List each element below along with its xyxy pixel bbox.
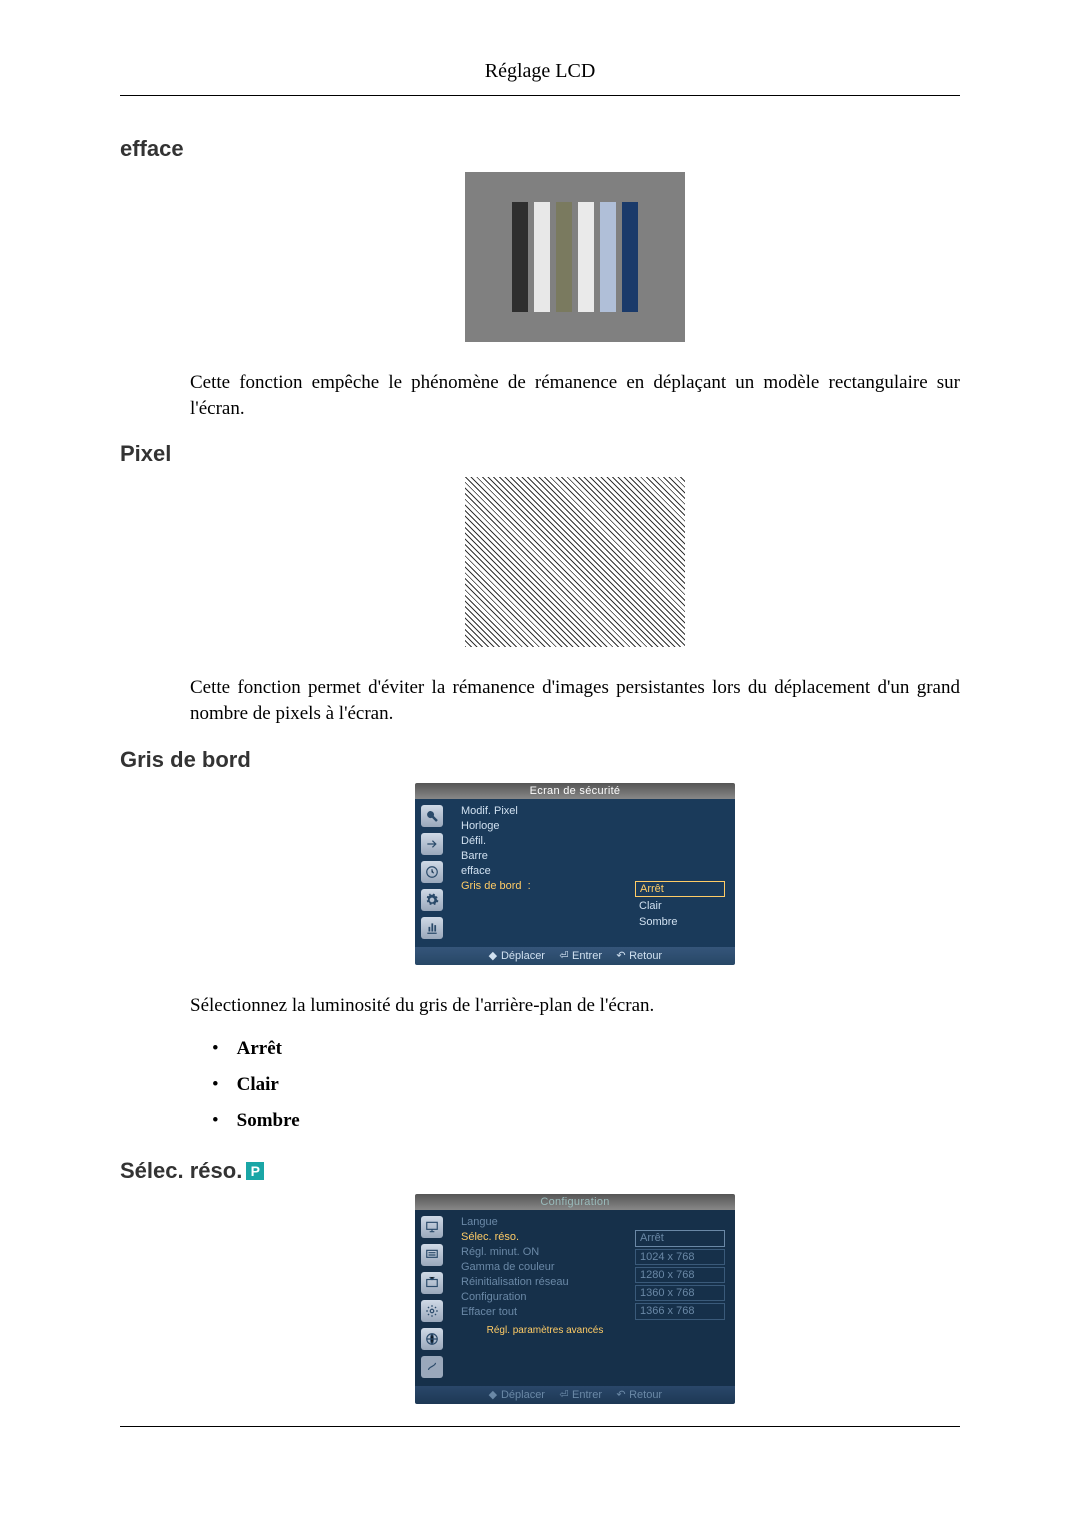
menu-label-selected: Gris de bord : (461, 880, 629, 892)
return-icon: ↶ (616, 947, 626, 965)
figure-efface (465, 172, 685, 342)
menu-side-icons (421, 805, 451, 939)
menu-hint: Régl. paramètres avancés (461, 1321, 629, 1340)
arrow-right-icon (421, 833, 443, 855)
menu-label: Langue (461, 1216, 629, 1228)
page-header: Réglage LCD (120, 60, 960, 96)
cable-icon (421, 1356, 443, 1378)
return-icon: ↶ (616, 1386, 626, 1404)
gear-icon (421, 889, 443, 911)
section-title-efface: efface (120, 136, 960, 162)
menu-title: Configuration (415, 1194, 735, 1210)
menu-label: Effacer tout (461, 1306, 629, 1318)
menu-label: Barre (461, 850, 629, 862)
monitor-icon (421, 1216, 443, 1238)
menu-gris-de-bord: Ecran de sécurité Modif. Pixel Horloge (415, 783, 735, 965)
menu-value-option[interactable]: 1360 x 768 (635, 1285, 725, 1301)
efface-description: Cette fonction empêche le phénomène de r… (120, 370, 960, 421)
menu-footer: ◆ Déplacer ⏎ Entrer ↶ Retour (415, 947, 735, 965)
menu-title: Ecran de sécurité (415, 783, 735, 799)
enter-icon: ⏎ (559, 947, 569, 965)
menu-value-option[interactable]: 1024 x 768 (635, 1249, 725, 1265)
move-icon: ◆ (488, 947, 498, 965)
efface-bar (556, 202, 572, 312)
monitor-sliders-icon (421, 1244, 443, 1266)
menu-label: Horloge (461, 820, 629, 832)
efface-bar (512, 202, 528, 312)
menu-label: Régl. minut. ON (461, 1246, 629, 1258)
efface-bar (534, 202, 550, 312)
menu-label: Réinitialisation réseau (461, 1276, 629, 1288)
option-arret: Arrêt (240, 1038, 960, 1060)
efface-bar (622, 202, 638, 312)
gris-de-bord-description: Sélectionnez la luminosité du gris de l'… (120, 993, 960, 1019)
menu-label: Configuration (461, 1291, 629, 1303)
section-title-gris-de-bord: Gris de bord (120, 747, 960, 773)
page-footer-rule (120, 1426, 960, 1427)
menu-value-option[interactable]: Sombre (635, 915, 725, 929)
option-clair: Clair (240, 1074, 960, 1096)
menu-labels: Modif. Pixel Horloge Défil. Barre efface… (461, 805, 629, 939)
menu-labels: Langue Sélec. réso. Régl. minut. ON Gamm… (461, 1216, 629, 1378)
menu-value-option[interactable]: 1366 x 768 (635, 1303, 725, 1319)
menu-label-selected: Sélec. réso. (461, 1231, 629, 1243)
wrench-icon (421, 805, 443, 827)
menu-value-option[interactable]: Clair (635, 899, 725, 913)
option-sombre: Sombre (240, 1110, 960, 1132)
menu-label: Gamma de couleur (461, 1261, 629, 1273)
menu-value-selected[interactable]: Arrêt (635, 881, 725, 897)
menu-value-option[interactable]: 1280 x 768 (635, 1267, 725, 1283)
efface-bar (600, 202, 616, 312)
menu-value-selected[interactable]: Arrêt (635, 1230, 725, 1246)
gear-icon (421, 1300, 443, 1322)
menu-values: Arrêt 1024 x 768 1280 x 768 1360 x 768 1… (629, 1230, 725, 1378)
menu-label: efface (461, 865, 629, 877)
globe-icon (421, 1328, 443, 1350)
p-badge-icon: P (246, 1162, 264, 1180)
menu-label: Défil. (461, 835, 629, 847)
menu-side-icons (421, 1216, 451, 1378)
menu-selec-reso: Configuration Langue Sélec. réso. (415, 1194, 735, 1404)
pixel-description: Cette fonction permet d'éviter la rémane… (120, 675, 960, 726)
tv-icon (421, 1272, 443, 1294)
clock-icon (421, 861, 443, 883)
section-title-pixel: Pixel (120, 441, 960, 467)
move-icon: ◆ (488, 1386, 498, 1404)
efface-bar (578, 202, 594, 312)
gris-de-bord-options: Arrêt Clair Sombre (120, 1038, 960, 1132)
figure-pixel (465, 477, 685, 647)
menu-footer: ◆ Déplacer ⏎ Entrer ↶ Retour (415, 1386, 735, 1404)
section-title-selec-reso: Sélec. réso.P (120, 1158, 960, 1184)
chart-icon (421, 917, 443, 939)
menu-values: Arrêt Clair Sombre (629, 881, 725, 939)
menu-label: Modif. Pixel (461, 805, 629, 817)
enter-icon: ⏎ (559, 1386, 569, 1404)
